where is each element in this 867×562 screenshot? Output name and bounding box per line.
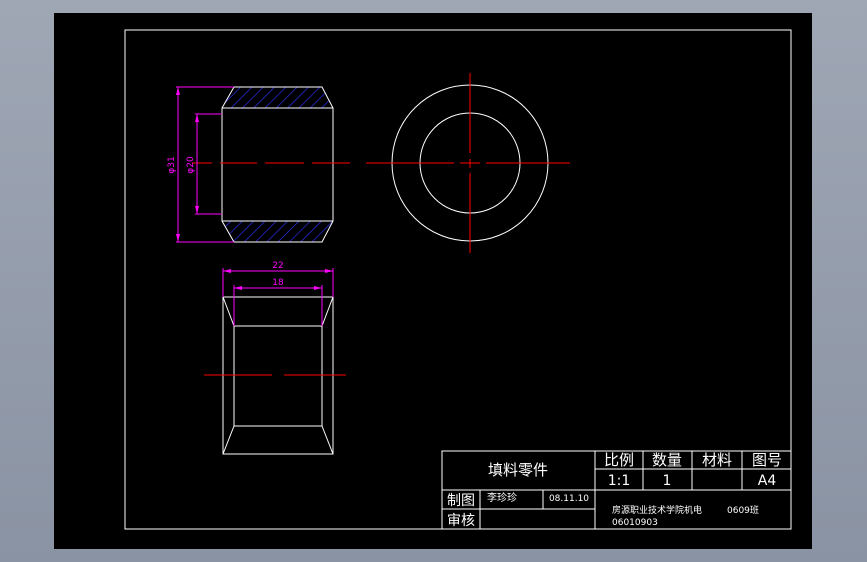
qty-label: 数量	[652, 451, 682, 469]
hatch-top	[222, 87, 333, 108]
cad-drawing: φ31 φ20 22 18 填料零件 比例 1:1 数量 1 材料 图号 A4 …	[124, 29, 792, 530]
school-name: 房源职业技术学院机电	[612, 504, 702, 516]
dim-length-outer: 22	[272, 261, 283, 271]
class-name: 0609班	[727, 504, 759, 516]
part-name: 填料零件	[488, 461, 548, 479]
drawn-date: 08.11.10	[549, 494, 589, 504]
side-view	[366, 73, 570, 253]
scale-value: 1:1	[608, 473, 631, 489]
dim-length-inner: 18	[272, 278, 284, 288]
dim-outer-diameter: φ31	[167, 156, 177, 173]
drawn-name: 李珍珍	[487, 491, 517, 504]
material-label: 材料	[702, 451, 732, 469]
drawing-no-label: 图号	[752, 451, 782, 469]
drawn-label: 制图	[447, 493, 475, 509]
bottom-view: 22 18	[204, 261, 346, 455]
scale-label: 比例	[604, 451, 634, 469]
section-view: φ31 φ20	[167, 86, 350, 243]
checked-label: 审核	[447, 513, 475, 529]
qty-value: 1	[663, 473, 672, 489]
hatch-bottom	[222, 221, 333, 242]
drawing-no-value: A4	[758, 473, 777, 489]
drawing-sheet: φ31 φ20 22 18 填料零件 比例 1:1 数量 1 材料 图号 A4 …	[54, 13, 812, 549]
dim-inner-diameter: φ20	[186, 156, 196, 174]
student-id: 06010903	[612, 518, 658, 528]
